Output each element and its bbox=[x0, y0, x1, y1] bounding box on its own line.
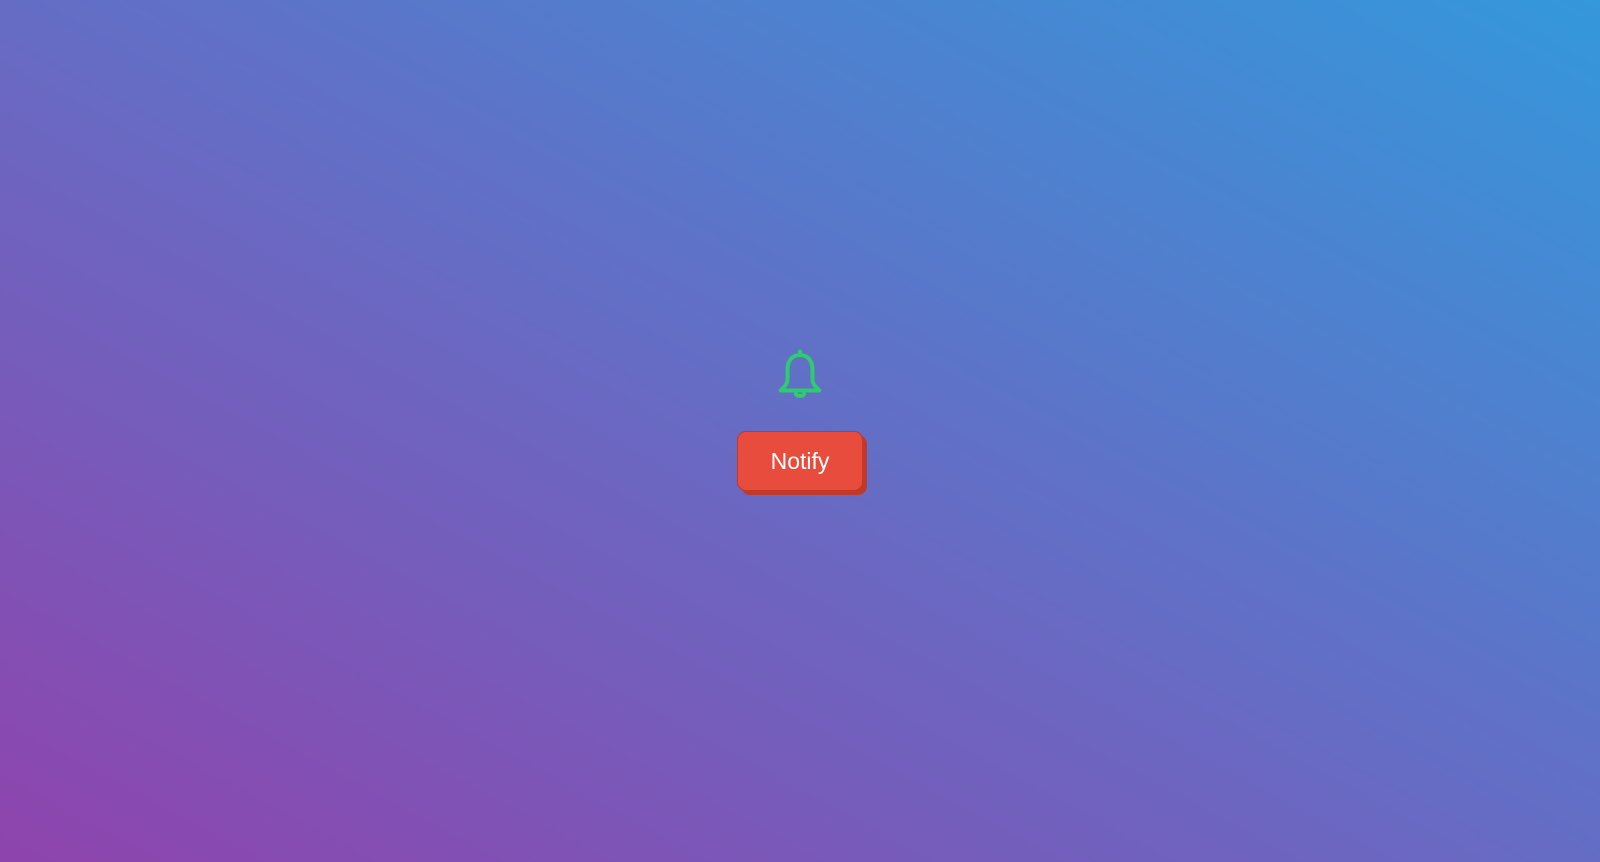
page-canvas: Notify bbox=[0, 0, 1568, 862]
bell-icon bbox=[777, 349, 823, 399]
notify-button[interactable]: Notify bbox=[737, 431, 863, 491]
